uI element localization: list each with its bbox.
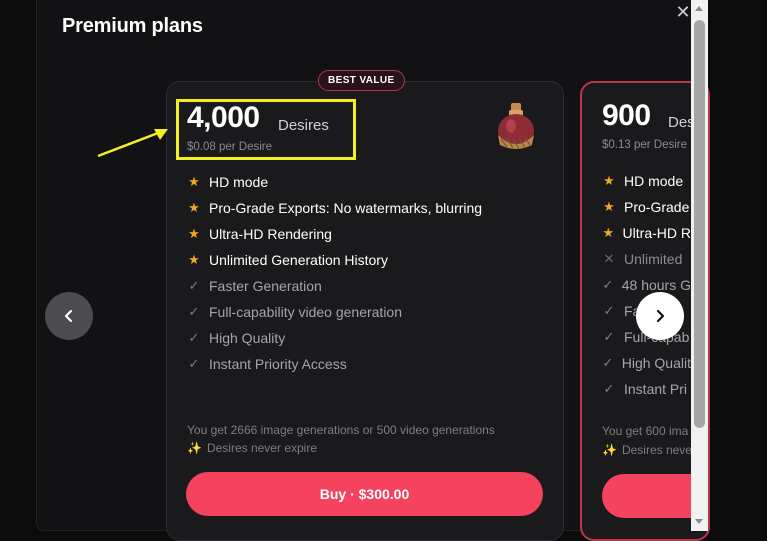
carousel-prev-button[interactable] — [45, 292, 93, 340]
feature-item: ★ HD mode — [188, 174, 269, 190]
star-icon: ★ — [188, 226, 200, 241]
scroll-down-arrow-icon[interactable] — [695, 519, 703, 524]
scroll-up-arrow-icon[interactable] — [695, 6, 703, 11]
star-icon: ★ — [188, 174, 200, 189]
feature-item: ✓ 48 hours G — [602, 277, 691, 293]
feature-item: ★ Ultra-HD Rendering — [188, 226, 332, 242]
plan2-generation-note: You get 600 ima — [602, 424, 689, 438]
feature-item: ★ HD mode — [603, 173, 684, 189]
plan2-feature-list: ★ HD mode ★ Pro-Grade ★ Ultra-HD R ✕ Unlimit… — [602, 168, 691, 402]
star-icon: ★ — [602, 225, 615, 240]
best-value-badge: BEST VALUE — [318, 70, 405, 91]
plan2-expire-note: ✨ Desires neve — [602, 443, 691, 457]
star-icon: ★ — [188, 200, 200, 215]
scrollbar-thumb[interactable] — [694, 20, 705, 428]
feature-item: ✓ Full-capability video generation — [188, 304, 402, 320]
sparkle-icon: ✨ — [602, 443, 617, 457]
buy-button-plan1[interactable]: Buy · $300.00 — [186, 472, 543, 516]
feature-item: ✓ Faster Generation — [188, 278, 322, 294]
star-icon: ★ — [603, 173, 615, 188]
vertical-scrollbar[interactable] — [691, 0, 708, 531]
annotation-arrow-icon — [97, 129, 168, 158]
check-icon: ✓ — [603, 329, 615, 344]
star-icon: ★ — [188, 252, 200, 267]
feature-item: ✓ High Quality — [188, 330, 286, 346]
feature-item: ★ Ultra-HD R — [602, 225, 691, 241]
check-icon: ✓ — [188, 356, 200, 371]
plan1-generation-note: You get 2666 image generations or 500 vi… — [187, 423, 495, 437]
feature-item: ★ Pro-Grade — [603, 199, 690, 215]
check-icon: ✓ — [602, 355, 614, 370]
plan1-feature-list: ★ HD mode ★ Pro-Grade Exports: No watermar… — [187, 169, 482, 377]
feature-item: ✓ Instant Priority Access — [188, 356, 347, 372]
feature-item: ★ Pro-Grade Exports: No watermarks, blurr… — [188, 200, 483, 216]
potion-bottle-icon — [498, 103, 534, 150]
star-icon: ★ — [603, 199, 615, 214]
check-icon: ✓ — [188, 304, 200, 319]
chevron-left-icon — [64, 309, 73, 323]
check-icon: ✓ — [602, 277, 614, 292]
plan2-desires-amount: 900 — [602, 99, 651, 132]
sparkle-icon: ✨ — [187, 441, 202, 455]
plan2-price-per-desire: $0.13 per Desire — [602, 139, 688, 151]
cross-icon: ✕ — [603, 251, 615, 266]
check-icon: ✓ — [603, 303, 615, 318]
plan1-expire-note: ✨ Desires never expire — [187, 441, 317, 455]
buy-button-plan2[interactable] — [602, 474, 691, 518]
close-icon[interactable]: ✕ — [675, 2, 691, 22]
check-icon: ✓ — [603, 381, 615, 396]
chevron-right-icon — [656, 309, 665, 323]
feature-item: ✓ Instant Pri — [603, 381, 688, 397]
check-icon: ✓ — [188, 278, 200, 293]
modal-title: Premium plans — [62, 15, 203, 37]
feature-item: ★ Unlimited Generation History — [188, 252, 388, 268]
feature-item: ✓ High Qualit — [602, 355, 691, 371]
feature-item: ✕ Unlimited — [603, 251, 683, 267]
check-icon: ✓ — [188, 330, 200, 345]
carousel-next-button[interactable] — [636, 292, 684, 340]
